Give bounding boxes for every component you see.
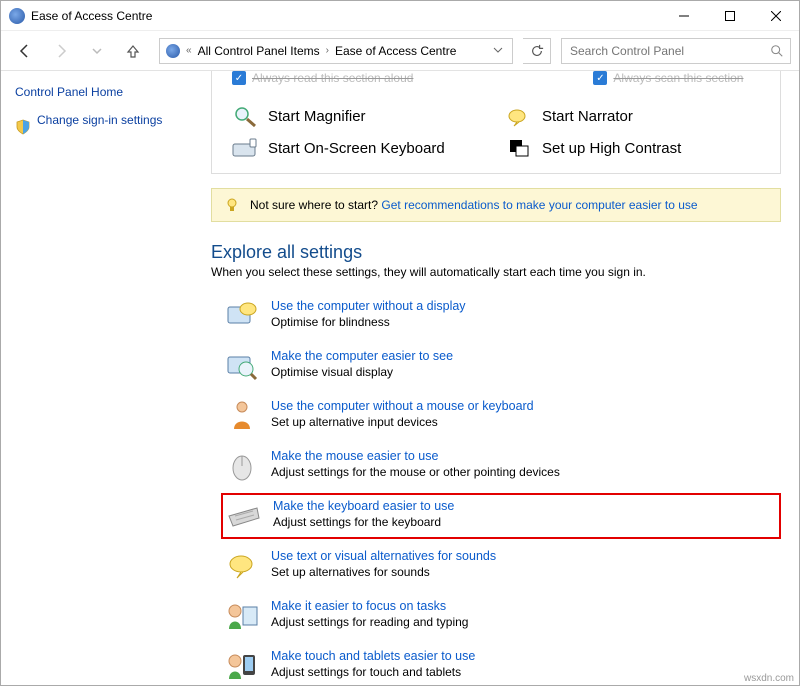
easier-see-icon [225, 349, 259, 383]
quick-label: Start On-Screen Keyboard [268, 140, 445, 157]
main-content: ✓Always read this section aloud ✓Always … [211, 71, 799, 687]
close-button[interactable] [753, 1, 799, 31]
hint-link[interactable]: Get recommendations to make your compute… [381, 198, 697, 212]
start-osk[interactable]: Start On-Screen Keyboard [232, 137, 486, 159]
sidebar-home-link[interactable]: Control Panel Home [15, 85, 201, 99]
breadcrumb-all[interactable]: All Control Panel Items [198, 44, 320, 58]
title-bar: Ease of Access Centre [1, 1, 799, 31]
search-icon [770, 44, 784, 58]
setting-keyboard: Make the keyboard easier to use Adjust s… [221, 493, 781, 539]
window-title: Ease of Access Centre [31, 9, 152, 23]
checkbox-read-aloud[interactable]: ✓Always read this section aloud [232, 71, 413, 85]
quick-label: Set up High Contrast [542, 140, 681, 157]
hint-bar: Not sure where to start? Get recommendat… [211, 188, 781, 222]
setting-focus: Make it easier to focus on tasks Adjust … [221, 593, 781, 639]
maximize-button[interactable] [707, 1, 753, 31]
quick-label: Start Narrator [542, 108, 633, 125]
start-narrator[interactable]: Start Narrator [506, 105, 760, 127]
breadcrumb-current[interactable]: Ease of Access Centre [335, 44, 456, 58]
keyboard-icon [227, 499, 261, 533]
nav-bar: « All Control Panel Items › Ease of Acce… [1, 31, 799, 71]
explore-heading: Explore all settings [211, 242, 781, 263]
start-magnifier[interactable]: Start Magnifier [232, 105, 486, 127]
up-button[interactable] [117, 35, 149, 67]
setting-no-mouse-keyboard: Use the computer without a mouse or keyb… [221, 393, 781, 439]
narrator-icon [506, 105, 532, 127]
address-icon [166, 44, 180, 58]
setting-link[interactable]: Make the computer easier to see [271, 349, 453, 363]
app-icon [9, 8, 25, 24]
magnifier-icon [232, 105, 258, 127]
setting-link[interactable]: Make it easier to focus on tasks [271, 599, 468, 613]
checkbox-scan-section[interactable]: ✓Always scan this section [593, 71, 743, 85]
breadcrumb-root[interactable]: « [186, 45, 192, 56]
back-button[interactable] [9, 35, 41, 67]
mouse-icon [225, 449, 259, 483]
forward-button[interactable] [45, 35, 77, 67]
shield-icon [15, 119, 31, 135]
setting-link[interactable]: Make touch and tablets easier to use [271, 649, 475, 663]
explore-sub: When you select these settings, they wil… [211, 265, 781, 279]
hint-lead: Not sure where to start? [250, 198, 378, 212]
setting-desc: Optimise for blindness [271, 315, 466, 329]
setting-desc: Adjust settings for the mouse or other p… [271, 465, 560, 479]
touch-icon [225, 649, 259, 683]
setting-sounds: Use text or visual alternatives for soun… [221, 543, 781, 589]
setting-desc: Adjust settings for reading and typing [271, 615, 468, 629]
setting-link[interactable]: Make the mouse easier to use [271, 449, 560, 463]
address-dropdown[interactable] [490, 44, 506, 58]
search-box[interactable] [561, 38, 791, 64]
minimize-button[interactable] [661, 1, 707, 31]
setting-desc: Set up alternative input devices [271, 415, 534, 429]
setting-easier-see: Make the computer easier to see Optimise… [221, 343, 781, 389]
setting-link[interactable]: Use the computer without a display [271, 299, 466, 313]
quick-access-panel: ✓Always read this section aloud ✓Always … [211, 71, 781, 174]
refresh-button[interactable] [523, 38, 551, 64]
address-bar[interactable]: « All Control Panel Items › Ease of Acce… [159, 38, 513, 64]
setting-desc: Optimise visual display [271, 365, 453, 379]
chevron-icon: › [326, 45, 329, 56]
person-icon [225, 399, 259, 433]
quick-label: Start Magnifier [268, 108, 366, 125]
focus-icon [225, 599, 259, 633]
contrast-icon [506, 137, 532, 159]
sidebar: Control Panel Home Change sign-in settin… [1, 71, 211, 687]
search-input[interactable] [568, 43, 770, 59]
setting-desc: Adjust settings for the keyboard [273, 515, 454, 529]
setting-no-display: Use the computer without a display Optim… [221, 293, 781, 339]
setting-link[interactable]: Make the keyboard easier to use [273, 499, 454, 513]
setting-link[interactable]: Use text or visual alternatives for soun… [271, 549, 496, 563]
setup-high-contrast[interactable]: Set up High Contrast [506, 137, 760, 159]
setting-touch: Make touch and tablets easier to use Adj… [221, 643, 781, 687]
setting-desc: Adjust settings for touch and tablets [271, 665, 475, 679]
watermark: wsxdn.com [744, 673, 794, 684]
bulb-icon [224, 197, 240, 213]
setting-desc: Set up alternatives for sounds [271, 565, 496, 579]
speech-icon [225, 549, 259, 583]
keyboard-icon [232, 137, 258, 159]
sidebar-signin-link[interactable]: Change sign-in settings [37, 113, 162, 127]
recent-dropdown[interactable] [81, 35, 113, 67]
setting-link[interactable]: Use the computer without a mouse or keyb… [271, 399, 534, 413]
display-off-icon [225, 299, 259, 333]
setting-mouse: Make the mouse easier to use Adjust sett… [221, 443, 781, 489]
